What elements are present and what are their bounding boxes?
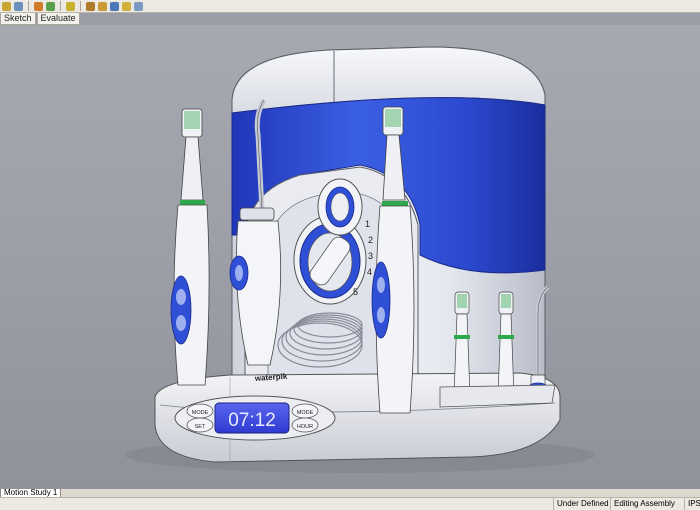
mate-icon[interactable] (66, 1, 75, 11)
status-editing: Editing Assembly (610, 498, 678, 510)
bottom-tab-strip: Motion Study 1 (0, 489, 700, 498)
status-units[interactable]: IPS (684, 498, 700, 510)
pressure-mark-5: 5 (353, 287, 358, 297)
spare-brush-head-1 (453, 291, 471, 398)
cube-icon[interactable] (2, 1, 11, 11)
left-toothbrush (170, 108, 210, 386)
status-definition: Under Defined (553, 498, 612, 510)
smart-fastener-icon[interactable] (110, 1, 119, 11)
storage-tray (439, 384, 556, 408)
lcd-time: 07:12 (228, 410, 276, 431)
pressure-mark-1: 1 (365, 219, 370, 229)
top-toolbar (0, 0, 700, 13)
assembly-icon[interactable] (34, 1, 43, 11)
command-manager-tabs: Sketch Evaluate (0, 13, 81, 25)
component-icon[interactable] (46, 1, 55, 11)
toolbar-separator (80, 1, 81, 11)
svg-text:MODE: MODE (192, 410, 209, 416)
status-bar: Under Defined Editing Assembly IPS (0, 497, 700, 510)
svg-text:SET: SET (195, 424, 206, 430)
tab-sketch[interactable]: Sketch (0, 13, 36, 25)
spare-brush-head-2 (497, 291, 515, 398)
rotate-icon[interactable] (98, 1, 107, 11)
toolbar-separator (60, 1, 61, 11)
move-icon[interactable] (86, 1, 95, 11)
tab-evaluate[interactable]: Evaluate (36, 13, 80, 25)
interference-icon[interactable] (134, 1, 143, 11)
toolbar-separator (28, 1, 29, 11)
pressure-mark-4: 4 (367, 267, 372, 277)
view-icon[interactable] (14, 1, 23, 11)
graphics-viewport[interactable]: 1 2 3 4 5 waterpik 07:12 MODE SET MODE H… (0, 25, 700, 489)
waterpik-model: 1 2 3 4 5 waterpik 07:12 MODE SET MODE H… (125, 46, 595, 473)
svg-text:HOUR: HOUR (297, 424, 313, 430)
svg-text:MODE: MODE (297, 410, 314, 416)
explode-icon[interactable] (122, 1, 131, 11)
pressure-mark-3: 3 (368, 251, 373, 261)
pressure-mark-2: 2 (368, 235, 373, 245)
